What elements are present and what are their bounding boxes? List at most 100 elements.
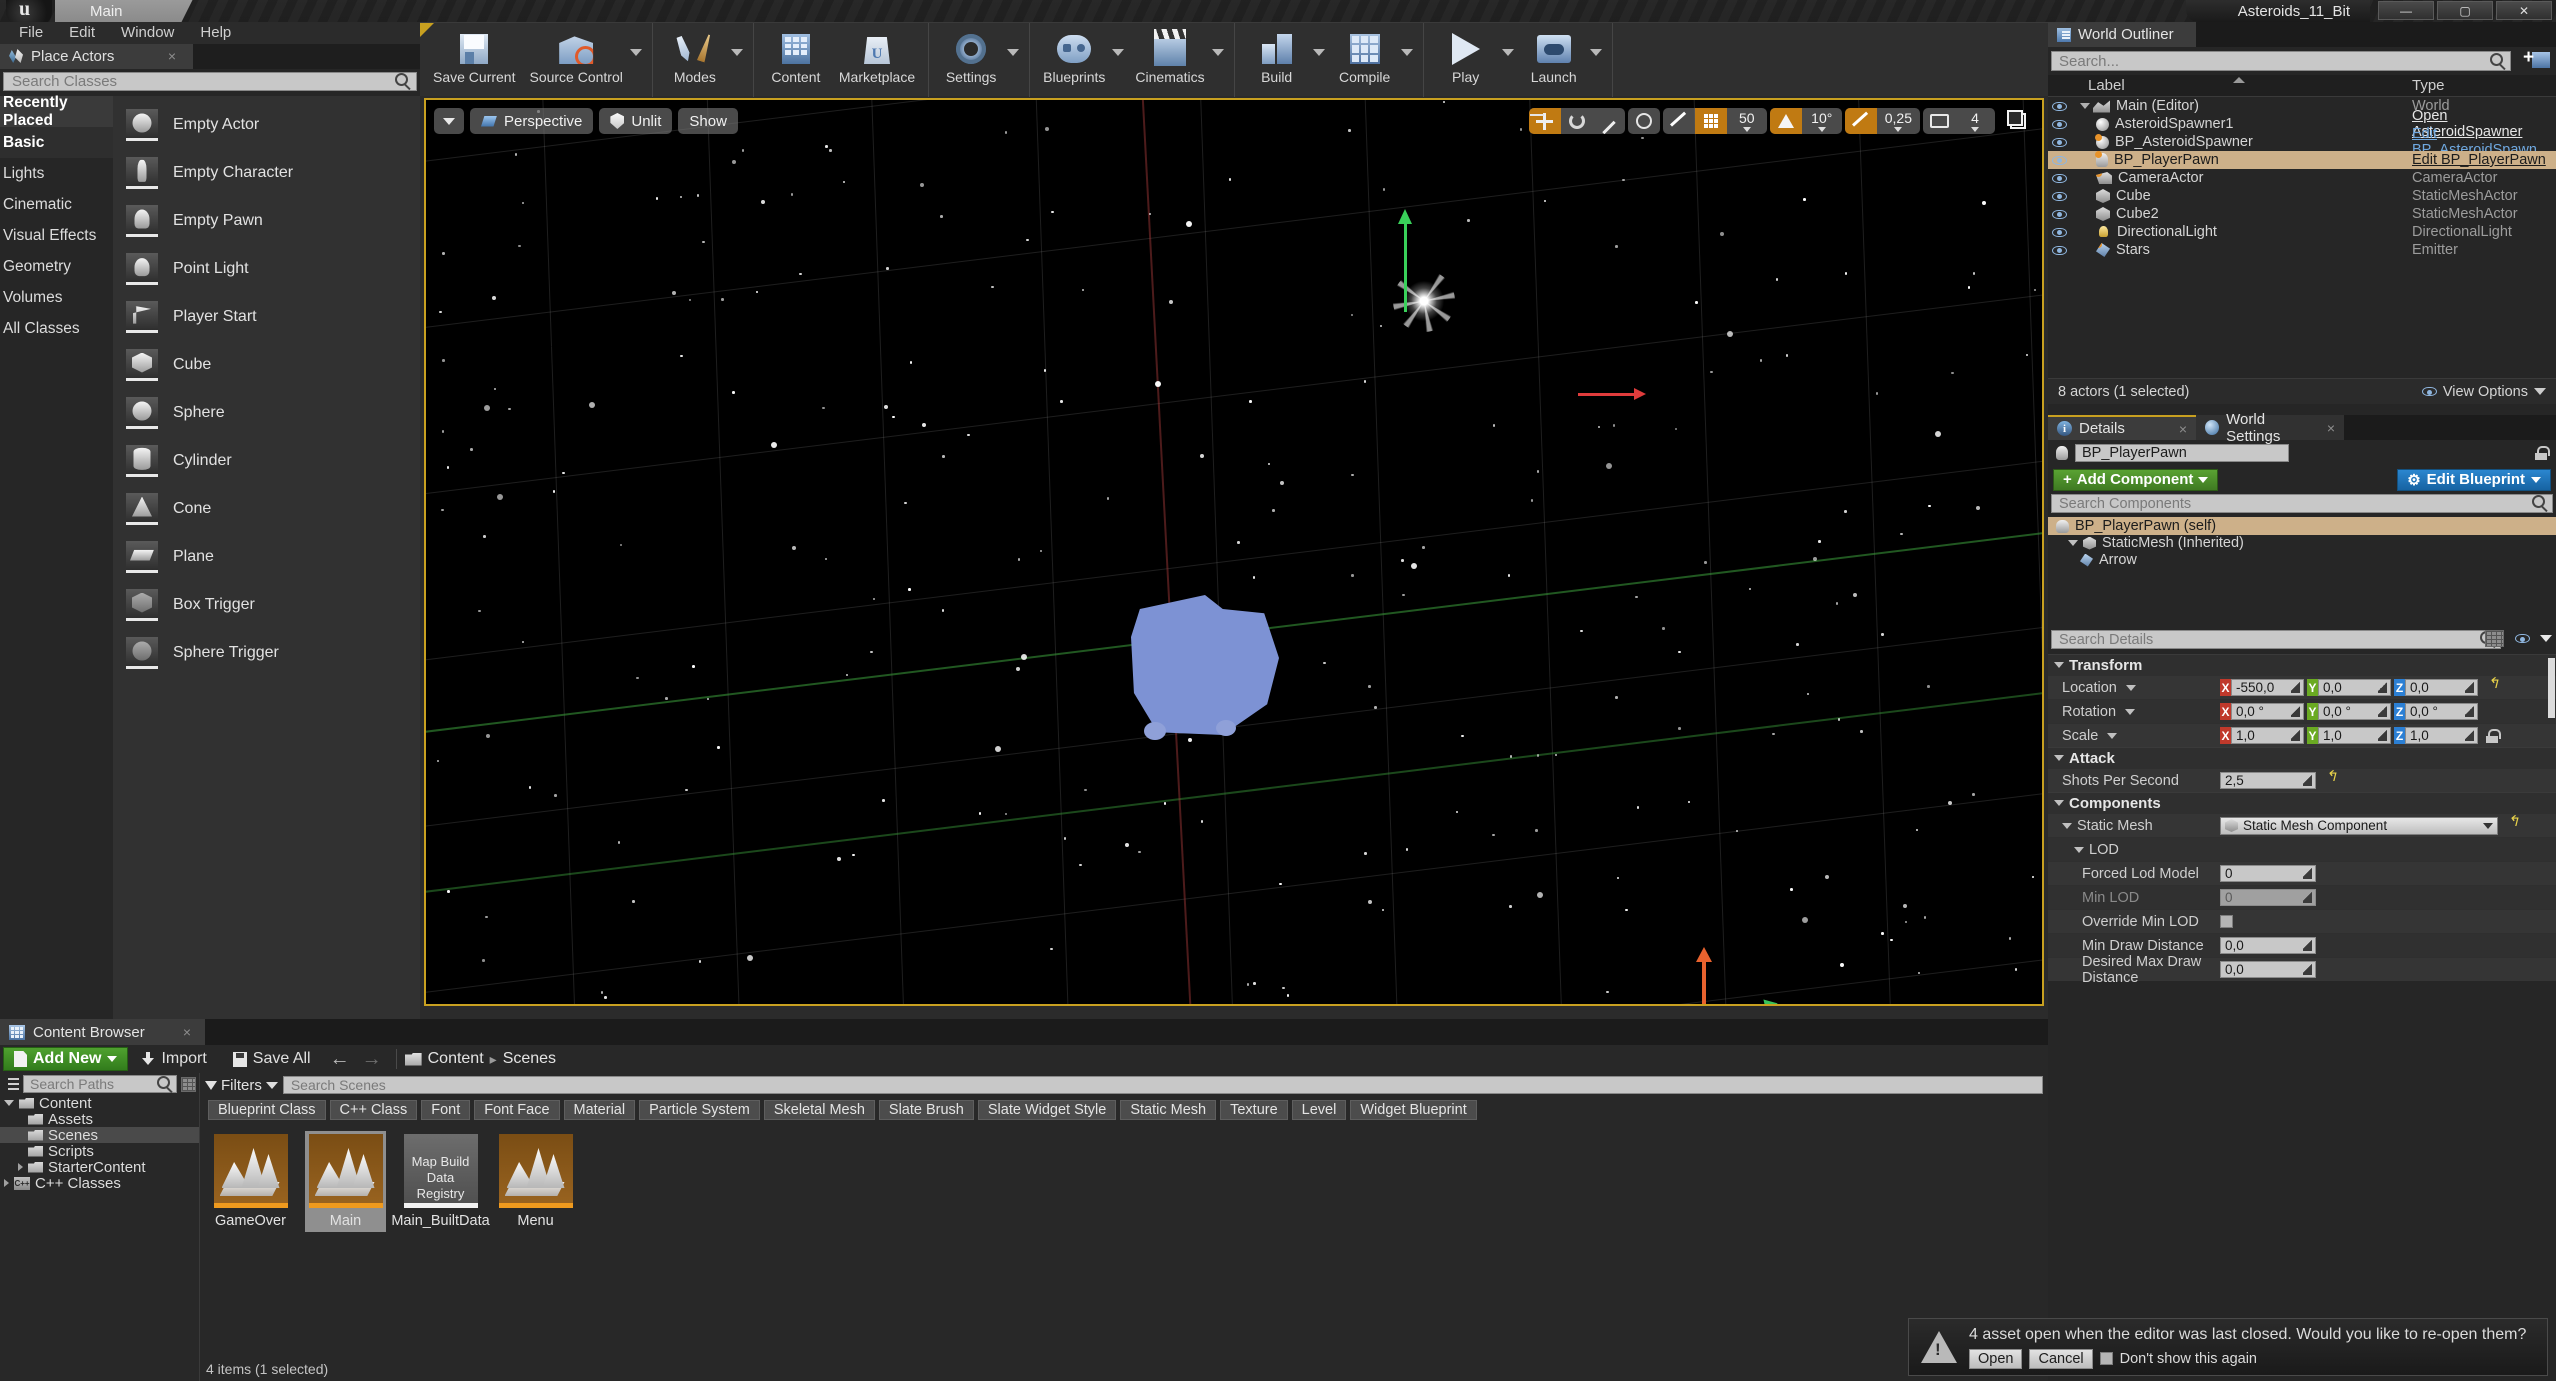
type-filter-chip[interactable]: Particle System bbox=[639, 1100, 760, 1120]
gizmo-axis-z[interactable] bbox=[1696, 947, 1712, 1004]
tree-item-startercontent[interactable]: StarterContent bbox=[0, 1159, 199, 1176]
tree-item-scripts[interactable]: Scripts bbox=[0, 1143, 199, 1160]
place-actor-item[interactable]: Player Start bbox=[113, 293, 420, 341]
toolbar-save-current-button[interactable]: Save Current bbox=[426, 27, 522, 93]
axis-y-field[interactable]: Y 0,0 ° bbox=[2307, 703, 2391, 720]
maximize-viewport-button[interactable] bbox=[2002, 108, 2034, 134]
place-actor-item[interactable]: Plane bbox=[113, 533, 420, 581]
number-field[interactable]: 1,0 bbox=[2405, 727, 2478, 744]
tree-item-assets[interactable]: Assets bbox=[0, 1111, 199, 1128]
type-filter-chip[interactable]: Skeletal Mesh bbox=[763, 1100, 875, 1120]
toolbar-dropdown-caret-icon[interactable] bbox=[1312, 48, 1325, 56]
notification-open-button[interactable]: Open bbox=[1969, 1348, 2023, 1369]
axis-y-field[interactable]: Y 1,0 bbox=[2307, 727, 2391, 744]
navigate-forward-button[interactable]: → bbox=[356, 1048, 388, 1071]
outliner-row[interactable]: BP_AsteroidSpawner Edit BP_AsteroidSpawn bbox=[2048, 126, 2556, 158]
place-category-cinematic[interactable]: Cinematic bbox=[0, 189, 113, 220]
visibility-toggle-icon[interactable] bbox=[2048, 119, 2070, 129]
dont-show-again-checkbox[interactable] bbox=[2099, 1352, 2113, 1365]
asset-tile[interactable]: Map Build Data Registry Main_BuiltData bbox=[391, 1131, 490, 1232]
visibility-toggle-icon[interactable] bbox=[2048, 227, 2070, 237]
menu-item-file[interactable]: File bbox=[6, 22, 56, 44]
viewport-options-button[interactable] bbox=[434, 108, 464, 134]
toolbar-modes-button[interactable]: Modes bbox=[659, 27, 731, 93]
place-category-all-classes[interactable]: All Classes bbox=[0, 313, 113, 344]
outliner-row-type[interactable]: Edit BP_PlayerPawn bbox=[2412, 152, 2546, 168]
camera-speed-button[interactable] bbox=[1923, 108, 1955, 134]
section-header-components[interactable]: Components bbox=[2048, 792, 2556, 813]
lock-details-icon[interactable] bbox=[2535, 446, 2550, 460]
axis-z-field[interactable]: Z 1,0 bbox=[2394, 727, 2478, 744]
tab-world-settings[interactable]: World Settings × bbox=[2196, 411, 2344, 445]
breadcrumb-content[interactable]: Content bbox=[422, 1050, 490, 1068]
outliner-row[interactable]: Cube2 StaticMeshActor bbox=[2048, 205, 2556, 223]
place-actor-item[interactable]: Cone bbox=[113, 485, 420, 533]
transform-gizmo[interactable] bbox=[1656, 947, 1786, 1006]
details-view-options-button[interactable] bbox=[2511, 634, 2533, 643]
add-new-button[interactable]: Add New bbox=[3, 1047, 129, 1071]
maximize-button[interactable]: ▢ bbox=[2437, 1, 2493, 20]
breadcrumb-scenes[interactable]: Scenes bbox=[497, 1050, 562, 1068]
place-category-basic[interactable]: Basic bbox=[0, 127, 113, 158]
toolbar-dropdown-caret-icon[interactable] bbox=[1400, 48, 1413, 56]
tab-details-close-icon[interactable]: × bbox=[2179, 421, 2187, 437]
menu-item-edit[interactable]: Edit bbox=[56, 22, 108, 44]
place-actor-item[interactable]: Sphere Trigger bbox=[113, 629, 420, 677]
toolbar-dropdown-caret-icon[interactable] bbox=[1112, 48, 1125, 56]
type-filter-chip[interactable]: Font bbox=[421, 1100, 471, 1120]
visibility-toggle-icon[interactable] bbox=[2048, 191, 2070, 201]
component-row[interactable]: StaticMesh (Inherited) bbox=[2048, 534, 2556, 552]
toolbar-blueprints-button[interactable]: Blueprints bbox=[1036, 27, 1112, 93]
gizmo-axis-x[interactable] bbox=[1704, 1005, 1767, 1006]
outliner-row-type[interactable]: DirectionalLight bbox=[2412, 224, 2512, 240]
minimize-button[interactable]: — bbox=[2378, 1, 2434, 20]
outliner-row-type[interactable]: CameraActor bbox=[2412, 170, 2497, 186]
search-components-input[interactable]: Search Components bbox=[2051, 494, 2553, 513]
toolbar-launch-button[interactable]: Launch bbox=[1518, 27, 1590, 93]
toolbar-play-button[interactable]: Play bbox=[1430, 27, 1502, 93]
tree-item-content[interactable]: Content bbox=[0, 1095, 199, 1112]
toolbar-build-button[interactable]: Build bbox=[1241, 27, 1313, 93]
add-component-button[interactable]: + Add Component bbox=[2053, 468, 2219, 491]
asset-tile[interactable]: GameOver bbox=[210, 1131, 291, 1232]
world-space-button[interactable] bbox=[1628, 108, 1660, 134]
toolbar-dropdown-caret-icon[interactable] bbox=[730, 48, 743, 56]
place-category-recently-placed[interactable]: Recently Placed bbox=[0, 94, 113, 129]
search-paths-input[interactable]: Search Paths bbox=[23, 1075, 177, 1093]
number-field[interactable]: 0,0 bbox=[2220, 937, 2316, 954]
outliner-search-input[interactable]: Search... bbox=[2051, 51, 2511, 71]
number-field[interactable]: 0,0 ° bbox=[2231, 703, 2304, 720]
toolbar-dropdown-caret-icon[interactable] bbox=[1211, 48, 1224, 56]
toolbar-compile-button[interactable]: Compile bbox=[1329, 27, 1401, 93]
asset-tile[interactable]: Main bbox=[305, 1131, 386, 1232]
menu-item-window[interactable]: Window bbox=[108, 22, 187, 44]
view-options-button[interactable]: View Options bbox=[2421, 384, 2546, 400]
scale-snap-button[interactable] bbox=[1844, 108, 1877, 134]
toolbar-dropdown-caret-icon[interactable] bbox=[629, 48, 642, 56]
place-actor-item[interactable]: Empty Character bbox=[113, 149, 420, 197]
toolbar-marketplace-button[interactable]: Marketplace bbox=[832, 27, 922, 93]
axis-x-field[interactable]: X 0,0 ° bbox=[2220, 703, 2304, 720]
number-field[interactable]: 1,0 bbox=[2231, 727, 2304, 744]
grid-snap-value[interactable]: 50 bbox=[1727, 108, 1767, 134]
revert-to-default-icon[interactable] bbox=[2325, 767, 2339, 788]
type-filter-chip[interactable]: Static Mesh bbox=[1120, 1100, 1217, 1120]
section-header-attack[interactable]: Attack bbox=[2048, 747, 2556, 768]
checkbox[interactable] bbox=[2220, 915, 2233, 928]
column-header-label[interactable]: Label bbox=[2088, 77, 2125, 94]
axis-z-field[interactable]: Z 0,0 ° bbox=[2394, 703, 2478, 720]
type-filter-chip[interactable]: Slate Widget Style bbox=[977, 1100, 1117, 1120]
toolbar-cinematics-button[interactable]: Cinematics bbox=[1128, 27, 1211, 93]
outliner-row[interactable]: Stars Emitter bbox=[2048, 241, 2556, 259]
edit-blueprint-button[interactable]: ⚙ Edit Blueprint bbox=[2397, 468, 2551, 491]
outliner-row[interactable]: BP_PlayerPawn Edit BP_PlayerPawn bbox=[2048, 151, 2556, 169]
import-button[interactable]: Import bbox=[128, 1047, 219, 1071]
place-actor-item[interactable]: Sphere bbox=[113, 389, 420, 437]
number-field[interactable]: 0,0 bbox=[2405, 679, 2478, 696]
number-field[interactable]: 0,0 ° bbox=[2318, 703, 2391, 720]
translate-mode-button[interactable] bbox=[1528, 108, 1561, 134]
place-actor-item[interactable]: Cube bbox=[113, 341, 420, 389]
notification-cancel-button[interactable]: Cancel bbox=[2029, 1348, 2093, 1369]
outliner-row[interactable]: Cube StaticMeshActor bbox=[2048, 187, 2556, 205]
place-actor-item[interactable]: Point Light bbox=[113, 245, 420, 293]
